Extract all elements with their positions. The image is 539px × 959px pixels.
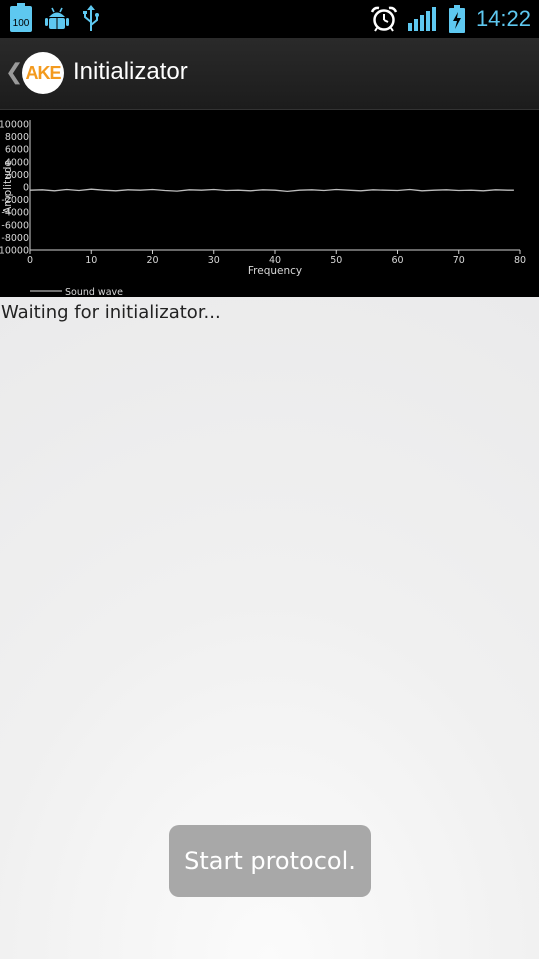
status-message: Waiting for initializator... (1, 302, 221, 323)
android-debug-icon (44, 6, 70, 32)
start-protocol-button[interactable]: Start protocol. (169, 825, 371, 897)
y-tick-label: 6000 (5, 145, 29, 156)
x-tick-label: 80 (514, 255, 526, 266)
x-axis-title: Frequency (248, 265, 302, 277)
y-tick-label: 8000 (5, 132, 29, 143)
back-chevron-icon[interactable]: ❮ (5, 60, 23, 85)
usb-icon (82, 5, 100, 33)
app-logo[interactable]: AKE (22, 52, 64, 94)
app-logo-text: AKE (25, 62, 61, 83)
y-tick-label: 0 (23, 183, 29, 194)
x-tick-label: 70 (453, 255, 465, 266)
y-axis-title: Amplitude (2, 160, 14, 214)
sound-wave-chart: 10000 8000 6000 4000 2000 0 -2000 -4000 -6000 -80… (0, 110, 539, 297)
alarm-clock-icon (370, 5, 398, 33)
x-tick-label: 60 (391, 255, 403, 266)
signal-strength-icon (407, 5, 438, 33)
x-tick-label: 50 (330, 255, 342, 266)
chart-canvas: 1000080006000400020000-2000-4000-6000-80… (0, 120, 526, 298)
y-tick-label: -6000 (1, 220, 29, 231)
x-tick-label: 30 (208, 255, 220, 266)
x-tick-label: 0 (27, 255, 33, 266)
status-bar: 100 14:22 (0, 0, 539, 38)
series-line-0 (29, 188, 514, 193)
status-clock: 14:22 (475, 6, 531, 31)
x-tick-label: 10 (85, 255, 97, 266)
x-tick-label: 20 (146, 255, 158, 266)
battery-notification-icon: 100 (10, 3, 32, 32)
y-tick-label: -10000 (0, 246, 29, 257)
battery-badge-text: 100 (12, 18, 30, 29)
legend-label: Sound wave (65, 287, 123, 297)
page-title: Initializator (73, 58, 188, 85)
y-tick-label: -8000 (1, 233, 29, 244)
y-tick-label: 10000 (0, 120, 29, 131)
battery-charging-icon (448, 5, 466, 33)
action-bar: ❮ AKE Initializator (0, 38, 539, 110)
